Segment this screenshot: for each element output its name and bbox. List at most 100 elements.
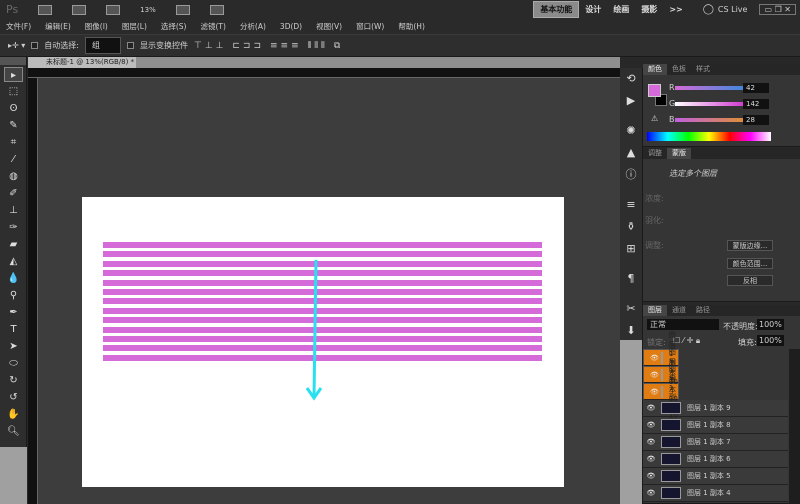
- mask-edge-button[interactable]: 蒙版边缘...: [727, 240, 773, 251]
- view-extras-icon[interactable]: [106, 4, 121, 15]
- opacity-input[interactable]: 100%: [757, 319, 784, 330]
- r-slider[interactable]: [675, 86, 747, 90]
- g-value-input[interactable]: 142: [743, 99, 769, 109]
- color-fg-swatch[interactable]: [648, 84, 661, 97]
- color-ramp[interactable]: [647, 132, 771, 141]
- menu-image[interactable]: 图像(I): [85, 21, 108, 32]
- menu-help[interactable]: 帮助(H): [398, 21, 425, 32]
- menu-3d[interactable]: 3D(D): [280, 22, 302, 31]
- tab-adjustments[interactable]: 调整: [643, 148, 667, 159]
- visibility-eye-icon[interactable]: 👁︎: [643, 421, 659, 429]
- quick-select-tool-icon[interactable]: ✎: [4, 118, 23, 133]
- brush-tool-icon[interactable]: ✐: [4, 186, 23, 201]
- hand-tool-icon[interactable]: ✋: [4, 407, 23, 422]
- b-slider[interactable]: [675, 118, 747, 122]
- crop-tool-icon[interactable]: ⌗: [4, 135, 23, 150]
- layer-row[interactable]: 👁︎ 图层 1 副本 6: [643, 451, 788, 468]
- history-brush-tool-icon[interactable]: ✑: [4, 220, 23, 235]
- actions-panel-icon[interactable]: ▶: [620, 90, 642, 112]
- zoom-level[interactable]: 13%: [140, 6, 156, 14]
- 3d-rotate-tool-icon[interactable]: ↻: [4, 373, 23, 388]
- layer-row[interactable]: 👁︎ 图层 1 副本 9: [643, 400, 788, 417]
- window-controls[interactable]: ▭ ❐ ✕: [759, 4, 796, 15]
- cs-live-button[interactable]: CS Live: [718, 5, 748, 14]
- shape-tool-icon[interactable]: ⬭: [4, 356, 23, 371]
- tab-color[interactable]: 颜色: [643, 64, 667, 75]
- clone-stamp-tool-icon[interactable]: ⊥: [4, 203, 23, 218]
- visibility-eye-icon[interactable]: 👁︎: [643, 455, 659, 463]
- tab-paths[interactable]: 路径: [691, 305, 715, 316]
- color-range-button[interactable]: 颜色范围...: [727, 258, 773, 269]
- toolbox-header[interactable]: [0, 57, 26, 65]
- auto-select-checkbox[interactable]: [31, 42, 39, 49]
- visibility-eye-icon[interactable]: 👁︎: [650, 354, 659, 362]
- distribute-buttons-icon[interactable]: ≡≡≡ ⫴⫴⫴: [270, 41, 328, 51]
- layers-scrollbar[interactable]: [789, 349, 800, 504]
- visibility-eye-icon[interactable]: 👁︎: [643, 404, 659, 412]
- menu-select[interactable]: 选择(S): [161, 21, 187, 32]
- screen-mode-icon[interactable]: [209, 4, 224, 15]
- layer-row[interactable]: 👁︎ 图层 1 副本 7: [643, 434, 788, 451]
- 3d-orbit-tool-icon[interactable]: ↺: [4, 390, 23, 405]
- path-select-tool-icon[interactable]: ➤: [4, 339, 23, 354]
- visibility-eye-icon[interactable]: 👁︎: [643, 472, 659, 480]
- tools-panel-icon[interactable]: ✂: [620, 298, 642, 320]
- menu-filter[interactable]: 滤镜(T): [201, 21, 226, 32]
- blur-tool-icon[interactable]: 💧: [4, 271, 23, 286]
- tab-channels[interactable]: 通道: [667, 305, 691, 316]
- move-tool-icon[interactable]: ▸: [4, 67, 23, 82]
- menu-edit[interactable]: 编辑(E): [45, 21, 71, 32]
- menu-layer[interactable]: 图层(L): [122, 21, 147, 32]
- workspace-design[interactable]: 设计: [579, 2, 607, 17]
- b-value-input[interactable]: 28: [743, 115, 769, 125]
- align-buttons-icon[interactable]: ⊤⊥⊥ ⊏⊐⊐: [194, 41, 264, 51]
- document-tab[interactable]: 未标题-1 @ 13%(RGB/8) *: [28, 57, 136, 68]
- visibility-eye-icon[interactable]: 👁︎: [643, 489, 659, 497]
- tab-swatches[interactable]: 色板: [667, 64, 691, 75]
- menu-analysis[interactable]: 分析(A): [240, 21, 266, 32]
- dodge-tool-icon[interactable]: ⚲: [4, 288, 23, 303]
- more-workspaces-button[interactable]: >>: [663, 3, 688, 16]
- auto-align-icon[interactable]: ⧉: [334, 41, 343, 51]
- pen-tool-icon[interactable]: ✒: [4, 305, 23, 320]
- menu-view[interactable]: 视图(V): [316, 21, 342, 32]
- arrange-documents-icon[interactable]: [175, 4, 190, 15]
- zoom-tool-icon[interactable]: 🔍︎: [4, 424, 23, 439]
- workspace-photography[interactable]: 摄影: [635, 2, 663, 17]
- g-slider[interactable]: [675, 102, 747, 106]
- healing-brush-tool-icon[interactable]: ◍: [4, 169, 23, 184]
- layer-row[interactable]: 👁︎图层 1 副本 10: [643, 365, 679, 420]
- mini-bridge-icon[interactable]: [72, 4, 87, 15]
- workspace-essentials[interactable]: 基本功能: [533, 1, 580, 18]
- visibility-eye-icon[interactable]: 👁︎: [650, 388, 659, 396]
- lasso-tool-icon[interactable]: ʘ: [4, 101, 23, 116]
- info-panel-icon[interactable]: ⓘ: [620, 164, 642, 186]
- workspace-painting[interactable]: 绘画: [607, 2, 635, 17]
- fill-input[interactable]: 100%: [757, 335, 784, 346]
- histogram-panel-icon[interactable]: ▲: [620, 142, 642, 164]
- visibility-eye-icon[interactable]: 👁︎: [650, 371, 659, 379]
- clone-source-icon[interactable]: ⚱: [620, 216, 642, 238]
- marquee-tool-icon[interactable]: ⬚: [4, 84, 23, 99]
- layer-row[interactable]: 👁︎ 图层 1 副本 8: [643, 417, 788, 434]
- paint-bucket-tool-icon[interactable]: ◭: [4, 254, 23, 269]
- layer-row[interactable]: 👁︎ 图层 1 副本 5: [643, 468, 788, 485]
- menu-file[interactable]: 文件(F): [6, 21, 31, 32]
- eraser-tool-icon[interactable]: ▰: [4, 237, 23, 252]
- bridge-icon[interactable]: [38, 4, 53, 15]
- show-transform-checkbox[interactable]: [126, 42, 134, 49]
- layer-row[interactable]: 👁︎ 图层 1 副本 4: [643, 485, 788, 502]
- eyedropper-tool-icon[interactable]: ⁄: [4, 152, 23, 167]
- visibility-eye-icon[interactable]: 👁︎: [643, 438, 659, 446]
- brush-presets-icon[interactable]: ≡: [620, 194, 642, 216]
- menu-window[interactable]: 窗口(W): [356, 21, 384, 32]
- 3d-panel-icon[interactable]: ⬇: [620, 320, 642, 342]
- move-tool-preset-icon[interactable]: ▸✛ ▾: [8, 41, 25, 50]
- tab-masks[interactable]: 蒙版: [667, 148, 691, 159]
- tab-layers[interactable]: 图层: [643, 305, 667, 316]
- tab-styles[interactable]: 样式: [691, 64, 715, 75]
- r-value-input[interactable]: 42: [743, 83, 769, 93]
- history-panel-icon[interactable]: ⟲: [620, 68, 642, 90]
- blend-mode-dropdown[interactable]: 正常: [647, 319, 719, 330]
- type-tool-icon[interactable]: T: [4, 322, 23, 337]
